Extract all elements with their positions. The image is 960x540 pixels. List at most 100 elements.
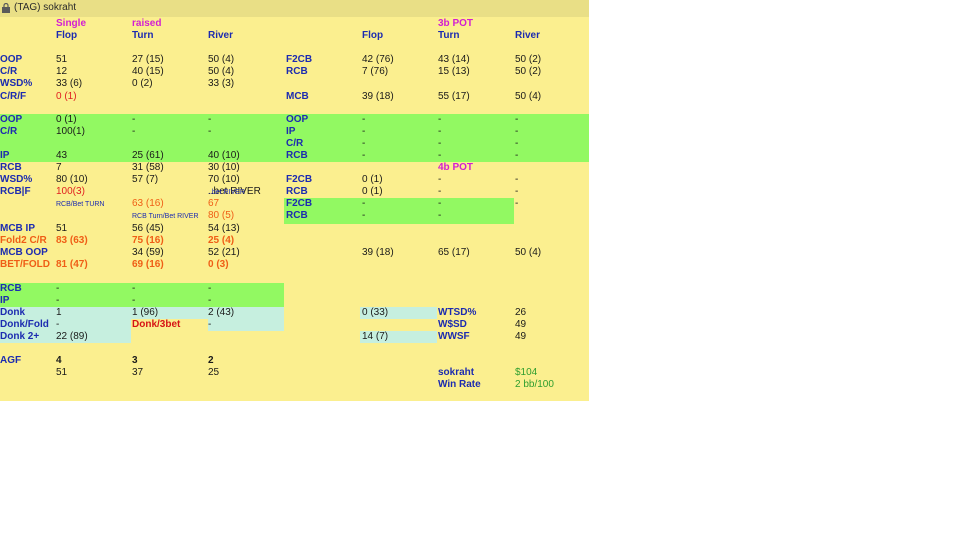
cell-f2cr-a: 83 (63) bbox=[56, 235, 88, 246]
cell-r4-l: C/R/F bbox=[0, 91, 27, 102]
cell-h-single: Single bbox=[56, 18, 87, 29]
cell-h-3bpot: 3b POT bbox=[438, 18, 474, 29]
cell-rcbf-l: RCB|F bbox=[0, 186, 31, 197]
cell-note-b2: RCB Turn/Bet RIVER bbox=[132, 213, 199, 220]
cell-g5-d: - bbox=[362, 198, 366, 209]
cell-r2-d: 7 (76) bbox=[362, 66, 389, 77]
cell-r1-d: 42 (76) bbox=[362, 54, 394, 65]
cell-rcb-c: 30 (10) bbox=[208, 162, 240, 173]
cell-h-flop1: Flop bbox=[56, 30, 78, 41]
title-bar: (TAG) sokraht bbox=[0, 0, 589, 17]
cell-h-river2: River bbox=[515, 30, 541, 41]
cell-g2-e: - bbox=[438, 126, 442, 137]
cell-r2-l: C/R bbox=[0, 66, 18, 77]
cell-wwsf-l: WWSF bbox=[438, 331, 470, 342]
cell-g8-l: IP bbox=[0, 295, 10, 306]
cell-r2-b: 40 (15) bbox=[132, 66, 164, 77]
cell-mcboop-d: 39 (18) bbox=[362, 247, 394, 258]
cell-bf-a: 81 (47) bbox=[56, 259, 88, 270]
cell-mcbip-c: 54 (13) bbox=[208, 223, 240, 234]
cell-player-v: $104 bbox=[515, 367, 538, 378]
cell-h-turn1: Turn bbox=[132, 30, 154, 41]
cell-donk-l: Donk bbox=[0, 307, 25, 318]
cell-wssd-v: 49 bbox=[515, 319, 527, 330]
cell-note-c2: 80 (5) bbox=[208, 210, 235, 221]
cell-agf-b: 3 bbox=[132, 355, 138, 366]
cell-g8-a: - bbox=[56, 295, 60, 306]
cell-g5-l: F2CB bbox=[286, 198, 313, 209]
cell-rcb-b: 31 (58) bbox=[132, 162, 164, 173]
window-title: (TAG) sokraht bbox=[14, 2, 77, 13]
cell-r1-b: 27 (15) bbox=[132, 54, 164, 65]
cell-rcb-a: 7 bbox=[56, 162, 62, 173]
cell-bf-b: 69 (16) bbox=[132, 259, 164, 270]
cell-r2-c: 50 (4) bbox=[208, 66, 235, 77]
cell-df-c: - bbox=[208, 319, 212, 330]
cell-ip-c: 40 (10) bbox=[208, 150, 240, 161]
cell-r3-l: WSD% bbox=[0, 78, 33, 89]
cell-rcb3-e: - bbox=[438, 186, 442, 197]
cell-r3-a: 33 (6) bbox=[56, 78, 83, 89]
cell-g1-l2: OOP bbox=[286, 114, 309, 125]
cell-g4-f: - bbox=[515, 150, 519, 161]
cell-h-turn2: Turn bbox=[438, 30, 460, 41]
cell-wwsf-v: 49 bbox=[515, 331, 527, 342]
cell-d2-a: 22 (89) bbox=[56, 331, 88, 342]
cell-f2cr-l: Fold2 C/R bbox=[0, 235, 47, 246]
cell-g2-f: - bbox=[515, 126, 519, 137]
cell-mcboop-f: 50 (4) bbox=[515, 247, 542, 258]
cell-g1-d: - bbox=[362, 114, 366, 125]
cell-mcboop-e: 65 (17) bbox=[438, 247, 470, 258]
cell-g3-d: - bbox=[362, 138, 366, 149]
cell-mcbip-l: MCB IP bbox=[0, 223, 35, 234]
cell-g1-f: - bbox=[515, 114, 519, 125]
cell-r1-f: 50 (2) bbox=[515, 54, 542, 65]
cell-g2-d: - bbox=[362, 126, 366, 137]
cell-r4-a: 0 (1) bbox=[56, 91, 77, 102]
cell-g7-a: - bbox=[56, 283, 60, 294]
cell-g5-f: - bbox=[515, 198, 519, 209]
cell-g8-c: - bbox=[208, 295, 212, 306]
cell-f2cb2-d: 0 (1) bbox=[362, 174, 383, 185]
cell-g4-e: - bbox=[438, 150, 442, 161]
cell-donk-b: 1 (96) bbox=[132, 307, 159, 318]
cell-f2cr-b: 75 (16) bbox=[132, 235, 164, 246]
cell-rcbf-c: ..bet RIVER bbox=[208, 189, 245, 196]
cell-h-flop2: Flop bbox=[362, 30, 384, 41]
cell-g4-d: - bbox=[362, 150, 366, 161]
cell-mcbip-a: 51 bbox=[56, 223, 68, 234]
cell-wtsd-l: WTSD% bbox=[438, 307, 477, 318]
cell-r3-b: 0 (2) bbox=[132, 78, 153, 89]
cell-donk-c: 2 (43) bbox=[208, 307, 235, 318]
cell-r4-e: 55 (17) bbox=[438, 91, 470, 102]
cell-g3-l2: C/R bbox=[286, 138, 304, 149]
cell-bf-l: BET/FOLD bbox=[0, 259, 50, 270]
cell-wr-v: 2 bb/100 bbox=[515, 379, 554, 390]
cell-g2-l: C/R bbox=[0, 126, 18, 137]
cell-g3-f: - bbox=[515, 138, 519, 149]
cell-f2cr-c: 25 (4) bbox=[208, 235, 235, 246]
green-band-bottom bbox=[0, 283, 284, 307]
cell-g4-l2: RCB bbox=[286, 150, 308, 161]
cell-f2cb2-l: F2CB bbox=[286, 174, 313, 185]
cell-r2-a: 12 bbox=[56, 66, 68, 77]
cell-ip-b: 25 (61) bbox=[132, 150, 164, 161]
cell-g1-e: - bbox=[438, 114, 442, 125]
cell-g2-b: - bbox=[132, 126, 136, 137]
cell-agf-a: 4 bbox=[56, 355, 62, 366]
cell-r3-c: 33 (3) bbox=[208, 78, 235, 89]
cell-rcbf-a: 100(3) bbox=[56, 186, 85, 197]
cell-g6-e: - bbox=[438, 210, 442, 221]
cell-mcboop-l: MCB OOP bbox=[0, 247, 48, 258]
cell-g1-a: 0 (1) bbox=[56, 114, 77, 125]
cell-g2-a: 100(1) bbox=[56, 126, 85, 137]
cell-r2-e: 15 (13) bbox=[438, 66, 470, 77]
cell-g8-b: - bbox=[132, 295, 136, 306]
cell-agf2-a: 51 bbox=[56, 367, 68, 378]
cell-r1-a: 51 bbox=[56, 54, 68, 65]
cell-note-b1: 63 (16) bbox=[132, 198, 164, 209]
cell-note-c1: 67 bbox=[208, 198, 220, 209]
cell-h-raised: raised bbox=[132, 18, 162, 29]
cell-df-b: Donk/3bet bbox=[132, 319, 181, 330]
cell-mcboop-b: 34 (59) bbox=[132, 247, 164, 258]
